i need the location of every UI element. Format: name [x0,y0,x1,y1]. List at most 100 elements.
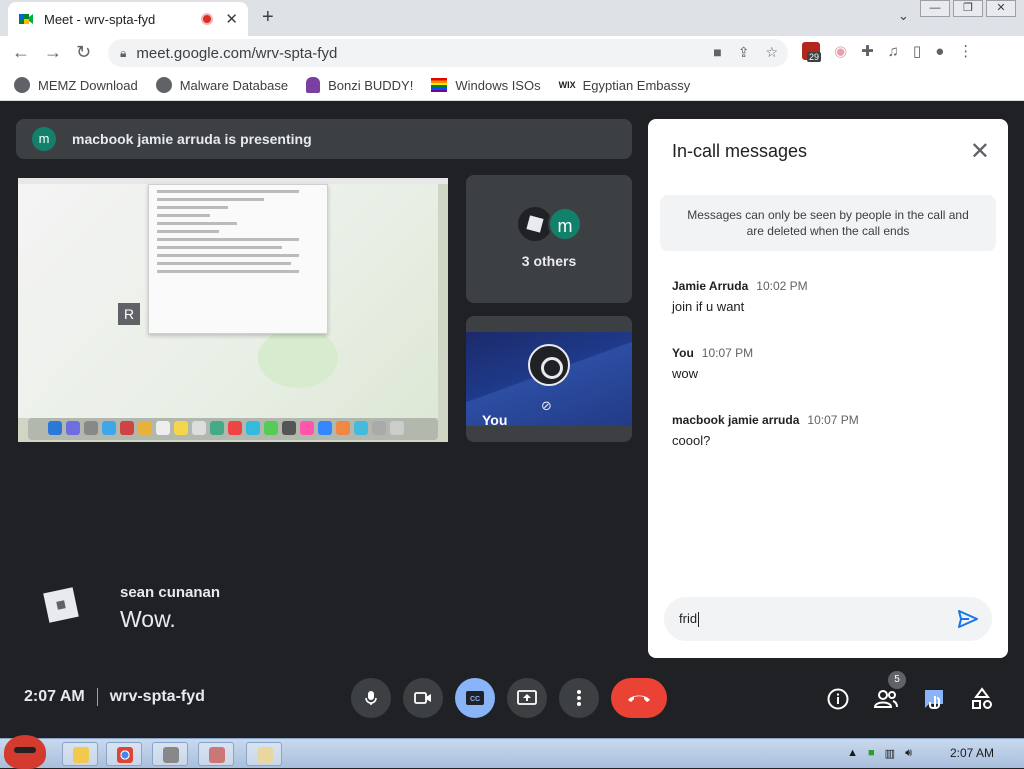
more-vert-icon [577,690,581,706]
url-text: meet.google.com/wrv-spta-fyd [136,44,338,62]
video-camera-icon [414,692,431,704]
send-icon[interactable] [956,607,980,631]
globe-icon [14,77,30,93]
shared-address-dropdown [148,184,328,334]
profile-avatar-icon[interactable]: ● [935,43,944,60]
google-meet-icon [19,14,33,24]
tab-search-chevron-icon[interactable]: ⌄ [898,8,909,24]
bonzi-icon [306,77,321,93]
taskbar-paint[interactable] [198,742,234,766]
taskbar-app[interactable] [152,742,188,766]
forward-arrow-icon[interactable]: → [44,42,62,63]
microphone-icon [365,691,377,705]
people-icon [873,690,898,708]
camera-in-use-icon[interactable]: ■ [713,44,721,61]
captions-button[interactable]: CC [455,678,495,718]
camera-off-icon: ⊘ [541,398,552,413]
presenter-avatar: m [32,127,56,151]
flag-extension-icon[interactable]: ◉ [834,42,847,60]
taskbar-chrome[interactable] [106,742,142,766]
bookmark-egyptian-embassy[interactable]: WIX Egyptian Embassy [559,78,691,93]
presenting-banner: m macbook jamie arruda is presenting [16,119,632,159]
self-label: You [482,412,508,428]
chat-icon [925,690,943,709]
side-panel-icon[interactable]: ▯ [913,42,921,60]
lock-icon[interactable]: 🔒︎ [120,46,126,61]
obs-avatar-icon [528,344,570,386]
minimize-button[interactable]: — [920,0,950,17]
folder-icon [73,747,89,763]
close-window-button[interactable]: ✕ [986,0,1016,17]
address-bar[interactable]: 🔒︎ meet.google.com/wrv-spta-fyd ■ ⇪ ☆ [108,39,788,67]
meet-call-area: m macbook jamie arruda is presenting R m… [0,102,1024,738]
microphone-button[interactable] [351,678,391,718]
present-screen-button[interactable] [507,678,547,718]
info-icon [827,688,849,710]
message-time: 10:02 PM [756,279,808,293]
window-controls: — ❐ ✕ [920,0,1016,17]
windows-taskbar: ▲ ■ ▥ 🔊︎ 2:07 AM [0,735,1024,769]
volume-icon[interactable]: 🔊︎ [905,747,912,760]
bookmark-windows-isos[interactable]: Windows ISOs [431,78,541,93]
closed-captions-icon: CC [466,691,484,705]
taskbar-explorer[interactable] [62,742,98,766]
people-count-badge: 5 [888,671,906,689]
taskbar-clock[interactable]: 2:07 AM [950,746,994,760]
shared-screen-tile[interactable]: R [18,178,448,442]
wix-icon: WIX [558,80,576,90]
taskbar-notepad[interactable] [246,742,282,766]
leave-call-button[interactable] [611,678,667,718]
chat-button[interactable] [921,686,947,712]
new-tab-button[interactable]: + [262,6,274,29]
close-tab-icon[interactable]: ✕ [225,10,238,28]
self-view-tile[interactable]: ⊘ You [466,316,632,442]
presenting-text: macbook jamie arruda is presenting [72,131,312,147]
close-panel-icon[interactable]: ✕ [970,137,990,166]
others-label: 3 others [521,253,577,269]
bookmarks-bar: MEMZ Download Malware Database Bonzi BUD… [0,70,1024,101]
reload-icon[interactable]: ↻ [76,42,91,63]
kebab-menu-icon[interactable]: ⋮ [958,42,973,60]
message-sender: You [672,346,694,360]
message-text: wow [672,366,699,381]
meeting-time: 2:07 AM [24,688,85,705]
browser-tab-strip: Meet - wrv-spta-fyd ✕ + ⌄ — ❐ ✕ [0,0,1024,36]
live-caption: sean cunanan Wow. [43,582,606,642]
back-arrow-icon[interactable]: ← [12,42,30,63]
more-options-button[interactable] [559,678,599,718]
svg-text:CC: CC [470,696,480,703]
activities-shapes-icon [972,687,992,709]
people-button[interactable] [873,686,899,712]
restore-button[interactable]: ❐ [953,0,983,17]
application-icon [163,747,179,763]
globe-icon [155,77,172,93]
hang-up-icon [628,695,650,702]
message-time: 10:07 PM [701,346,754,360]
camera-button[interactable] [403,678,443,718]
mac-dock [28,418,438,440]
network-icon[interactable]: ▥ [885,747,895,760]
tab-title: Meet - wrv-spta-fyd [44,11,156,27]
media-control-icon[interactable]: ♫ [888,43,899,60]
extension-badge-icon[interactable]: 29 [802,42,822,62]
caption-text: Wow. [120,606,176,632]
meeting-info: 2:07 AM wrv-spta-fyd [24,688,205,706]
speaker-avatar [43,587,79,623]
start-button-angry-bird-icon[interactable] [4,735,46,769]
bookmark-bonzi-buddy[interactable]: Bonzi BUDDY! [306,77,413,93]
message-time: 10:07 PM [807,413,859,427]
bookmark-memz[interactable]: MEMZ Download [14,77,138,93]
message-input[interactable]: frid [664,597,992,641]
caption-speaker: sean cunanan [120,584,221,601]
bookmark-malware-database[interactable]: Malware Database [155,77,288,93]
meeting-details-button[interactable] [825,686,851,712]
tray-expand-icon[interactable]: ▲ [847,747,858,760]
browser-tab-meet[interactable]: Meet - wrv-spta-fyd ✕ [8,2,248,36]
roblox-avatar [518,207,552,241]
battery-icon[interactable]: ■ [868,747,875,760]
activities-button[interactable] [969,686,995,712]
others-tile[interactable]: m 3 others [466,175,632,303]
puzzle-extensions-icon[interactable]: ✚ [861,42,874,60]
share-icon[interactable]: ⇪ [738,44,750,61]
bookmark-star-icon[interactable]: ☆ [765,44,778,61]
